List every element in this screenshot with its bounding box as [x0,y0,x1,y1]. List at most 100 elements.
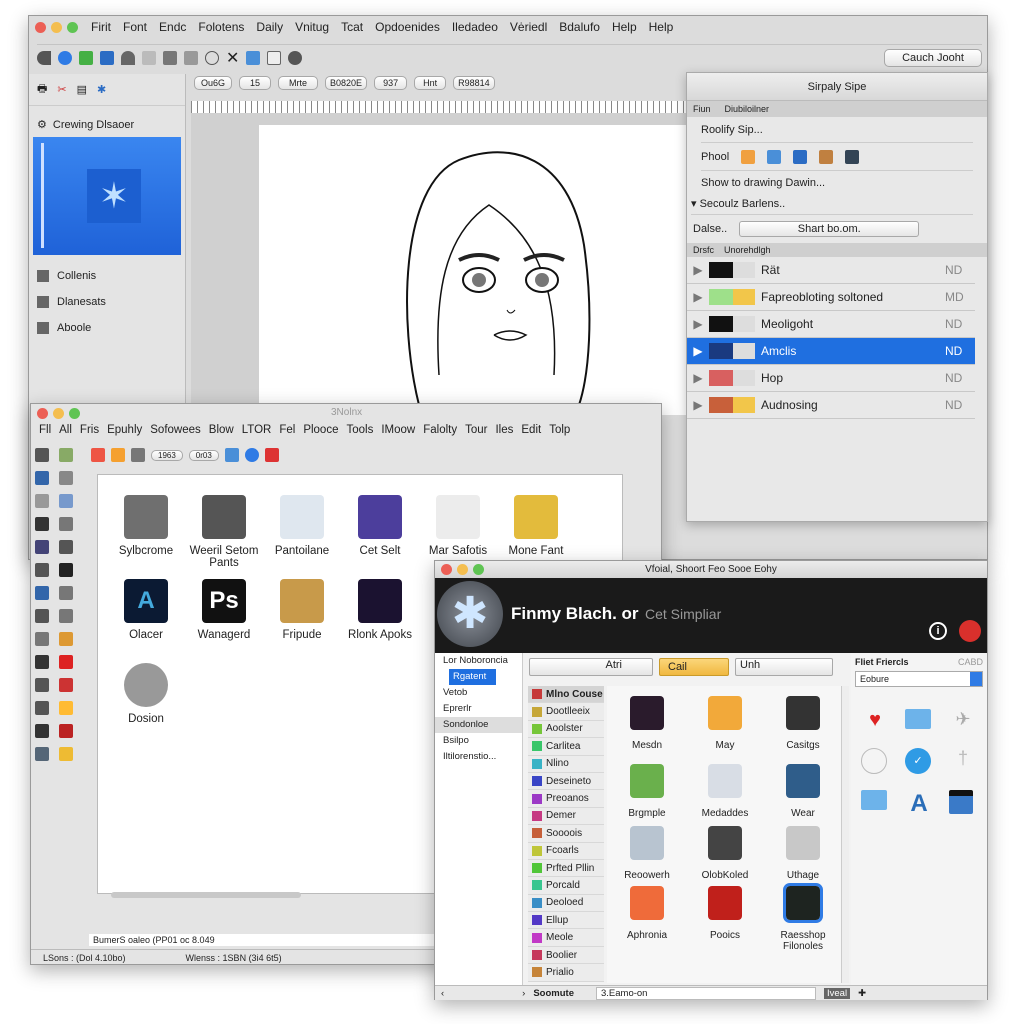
minimize-button[interactable] [53,408,64,419]
filter-select[interactable]: Eobure [855,671,983,687]
app-icon[interactable]: Ps Wanagerd [184,579,264,641]
category-item[interactable]: Meole [528,929,604,947]
color-field[interactable]: B0820E [325,76,368,90]
category-item[interactable]: Porcald [528,877,604,895]
back-icon[interactable] [37,50,51,65]
tool-icon[interactable] [59,586,73,600]
category-item[interactable]: Preoanos [528,790,604,808]
tool-icon[interactable] [35,448,49,462]
tool-icon[interactable] [59,563,73,577]
category-select[interactable]: Cail [659,658,729,676]
bottom-field[interactable]: 3.Eamo-on [595,986,816,1000]
menu-item[interactable]: Iledadeo [452,20,498,34]
menu-item[interactable]: Fel [279,424,295,436]
print-icon[interactable]: 🖶 [37,80,47,99]
sidebar-item[interactable]: Iltilorenstio... [435,749,522,765]
tool-icon[interactable] [767,149,782,164]
sidebar-item[interactable]: Sondonloe [435,717,522,733]
search-button[interactable]: Cauch Jooht [884,48,982,67]
tool-icon[interactable] [35,655,49,669]
app-icon[interactable]: Aphronia [607,886,687,941]
layer-row[interactable]: ▶ Fapreobloting soltoned MD [687,284,975,311]
tool-icon[interactable] [59,632,73,646]
menu-item[interactable]: LTOR [242,424,272,436]
menu-item[interactable]: Opdoenides [375,20,440,34]
screen-icon[interactable] [949,790,973,814]
app-icon[interactable]: Medaddes [685,764,765,819]
zoom-button[interactable] [69,408,80,419]
close-button[interactable] [37,408,48,419]
menu-item[interactable]: Fll [39,424,51,436]
menu-item[interactable]: Tolp [549,424,570,436]
sidebar-item[interactable]: Collenis [29,263,185,289]
sidebar-item[interactable]: Vetob [435,685,522,701]
tool-icon[interactable] [59,494,73,508]
menu-item[interactable]: Tools [346,424,373,436]
field[interactable]: 0r03 [188,449,219,461]
expand-triangle-icon[interactable]: ▶ [687,344,709,358]
category-item[interactable]: Prialio [528,964,604,982]
app-store-icon[interactable]: A [905,790,933,818]
tool-icon[interactable] [59,448,73,462]
sidebar-item[interactable]: Lor Noboroncia [435,653,522,669]
menu-item[interactable]: Help [612,20,637,34]
menu-item[interactable]: Epuhly [107,424,142,436]
app-icon[interactable]: Weeril Setom Pants [184,495,264,569]
category-item[interactable]: Aoolster [528,720,604,739]
menu-item[interactable]: Endc [159,20,186,34]
vertical-scrollbar[interactable] [841,686,849,983]
tool-icon[interactable] [35,632,49,646]
menu-item[interactable]: Daily [256,20,283,34]
menu-item[interactable]: Falolty [423,424,457,436]
app-icon[interactable]: May [685,696,765,751]
panel-row[interactable]: Roolify Sip... [701,117,973,143]
window-controls[interactable] [35,22,78,33]
search-field[interactable]: Atri [529,658,653,676]
minimize-button[interactable] [457,564,468,575]
tool-icon[interactable] [59,678,73,692]
tool-icon[interactable] [819,149,834,164]
close-button[interactable] [35,22,46,33]
menu-item[interactable]: IMoow [381,424,415,436]
folder-icon[interactable] [861,790,887,810]
tool-icon[interactable] [59,540,73,554]
tool-icon[interactable] [59,747,73,761]
tool-icon[interactable] [35,471,49,485]
cut-icon[interactable]: ✂ [57,83,66,96]
next-arrow[interactable]: › [522,988,525,999]
app-icon[interactable]: Cet Selt [340,495,420,557]
expand-triangle-icon[interactable]: ▶ [687,371,709,385]
sidebar-item[interactable]: Aboole [29,315,185,341]
layer-row[interactable]: ▶ Rät ND [687,257,975,284]
menu-item[interactable]: Iles [495,424,513,436]
folder-icon[interactable] [246,50,261,65]
sidebar-item[interactable]: Dlanesats [29,289,185,315]
tab-diubiloilner[interactable]: Diubiloilner [725,104,770,114]
menu-item[interactable]: Edit [521,424,541,436]
size-field[interactable]: 15 [239,76,272,90]
menu-item[interactable]: Tour [465,424,487,436]
category-item[interactable]: Demer [528,807,604,826]
tool-icon[interactable] [111,448,125,462]
tool-icon[interactable] [741,149,756,164]
tool-icon[interactable] [35,747,49,761]
info-icon[interactable] [58,50,72,65]
tab-drsfc[interactable]: Drsfc [693,245,714,255]
category-item[interactable]: Soooois [528,825,604,843]
panel-row[interactable]: Show to drawing Dawin... [701,171,973,195]
wifi-icon[interactable] [121,50,135,65]
layer-row[interactable]: ▶ Amclis ND [687,338,975,365]
filter-field[interactable]: Unh [735,658,833,676]
puzzle-icon[interactable]: ✱ [97,83,106,96]
grid-icon[interactable] [142,50,156,65]
category-item[interactable]: Nlino [528,755,604,773]
category-item[interactable]: Deseineto [528,772,604,791]
check-icon[interactable]: ✓ [905,748,931,774]
app-icon[interactable]: Rlonk Apoks [340,579,420,641]
category-item[interactable]: Prfted Pllin [528,859,604,878]
app-icon[interactable]: Mone Fant [496,495,576,557]
clock-icon[interactable] [205,50,219,65]
heart-icon[interactable]: ♥ [861,709,889,732]
app-icon[interactable]: Pooics [685,886,765,941]
style-select[interactable]: Mrte [278,76,319,90]
